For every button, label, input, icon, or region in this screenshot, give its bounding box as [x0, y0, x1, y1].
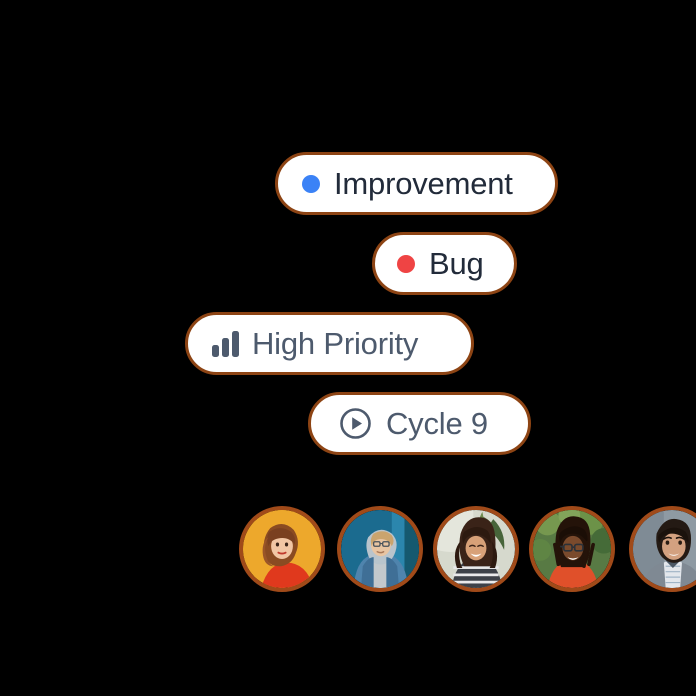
- avatar-image: [437, 510, 515, 588]
- canvas: Improvement Bug High Priority Cycle 9: [0, 0, 696, 696]
- label-pill-cycle[interactable]: Cycle 9: [308, 392, 531, 455]
- label-pill-bug-text: Bug: [429, 246, 484, 281]
- bar-chart-icon: [212, 330, 239, 357]
- avatar[interactable]: [337, 506, 423, 592]
- label-pill-improvement-text: Improvement: [334, 166, 513, 201]
- label-pill-bug[interactable]: Bug: [372, 232, 517, 295]
- avatar-image: [533, 510, 611, 588]
- avatar-image: [341, 510, 419, 588]
- label-pill-high-priority-text: High Priority: [252, 326, 419, 361]
- avatar-image: [633, 510, 696, 588]
- blue-dot-icon: [302, 174, 320, 193]
- avatar[interactable]: [433, 506, 519, 592]
- avatar[interactable]: [239, 506, 325, 592]
- label-pill-improvement[interactable]: Improvement: [275, 152, 558, 215]
- play-circle-icon: [339, 407, 372, 440]
- avatar-image: [243, 510, 321, 588]
- avatar[interactable]: [529, 506, 615, 592]
- label-pill-cycle-text: Cycle 9: [386, 406, 488, 441]
- avatar[interactable]: [629, 506, 696, 592]
- label-pill-high-priority[interactable]: High Priority: [185, 312, 474, 375]
- red-dot-icon: [397, 254, 415, 273]
